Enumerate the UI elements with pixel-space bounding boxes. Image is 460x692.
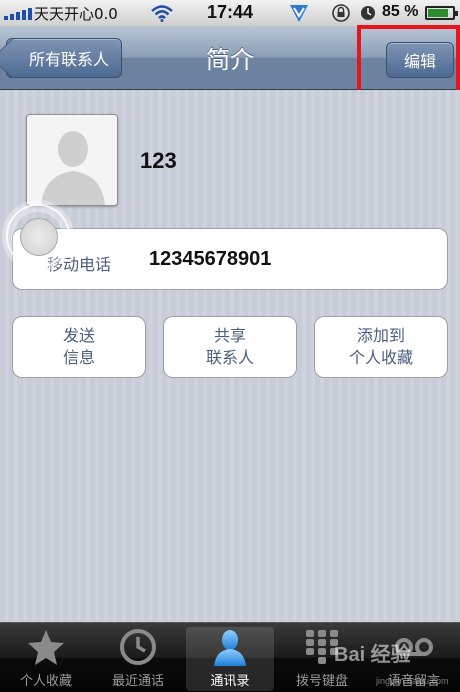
tab-recents[interactable]: 最近通话	[94, 627, 182, 691]
star-icon	[28, 630, 64, 665]
action-label-line2: 联系人	[205, 348, 254, 367]
baidu-watermark: Bai 经验	[334, 644, 411, 666]
alarm-icon	[360, 5, 376, 25]
tab-label: 最近通话	[111, 674, 164, 689]
clock-icon	[120, 629, 156, 665]
action-label-line2: 信息	[62, 348, 95, 367]
contact-name: 123	[140, 148, 177, 173]
back-button-all-contacts[interactable]: 所有联系人	[6, 38, 123, 78]
highlight-box	[357, 25, 460, 95]
status-bar: 天天开心0.0 17:44 85 %	[0, 0, 460, 26]
person-silhouette-icon	[27, 115, 117, 205]
action-label-line1: 共享	[213, 326, 246, 345]
action-label-line1: 发送	[62, 326, 95, 345]
tab-label: 拨号键盘	[295, 674, 348, 689]
battery-icon	[425, 6, 458, 20]
tab-label: 通讯录	[210, 674, 250, 689]
contact-detail-view: 123 移动电话 12345678901 发送 信息 共享 联系人 添加到 个人…	[0, 90, 460, 622]
tab-contacts[interactable]: 通讯录	[186, 627, 274, 691]
action-label-line2: 个人收藏	[348, 348, 413, 367]
rotation-lock-icon	[330, 3, 352, 27]
tab-favorites[interactable]: 个人收藏	[2, 627, 90, 691]
contacts-icon	[214, 630, 246, 666]
contact-avatar[interactable]	[26, 114, 118, 206]
assistive-touch-button[interactable]	[6, 204, 70, 268]
share-contact-button[interactable]: 共享 联系人	[163, 316, 297, 378]
action-label-line1: 添加到	[356, 326, 405, 345]
send-message-button[interactable]: 发送 信息	[12, 316, 146, 378]
vpn-shield-icon	[288, 3, 310, 27]
battery-percent: 85 %	[382, 3, 419, 20]
tab-label: 个人收藏	[19, 674, 72, 689]
add-to-favorites-button[interactable]: 添加到 个人收藏	[314, 316, 448, 378]
phone-value: 12345678901	[149, 248, 272, 270]
phone-number-row[interactable]: 移动电话 12345678901	[12, 228, 448, 290]
baidu-watermark-url: jingyan.baidu.com	[376, 676, 449, 686]
